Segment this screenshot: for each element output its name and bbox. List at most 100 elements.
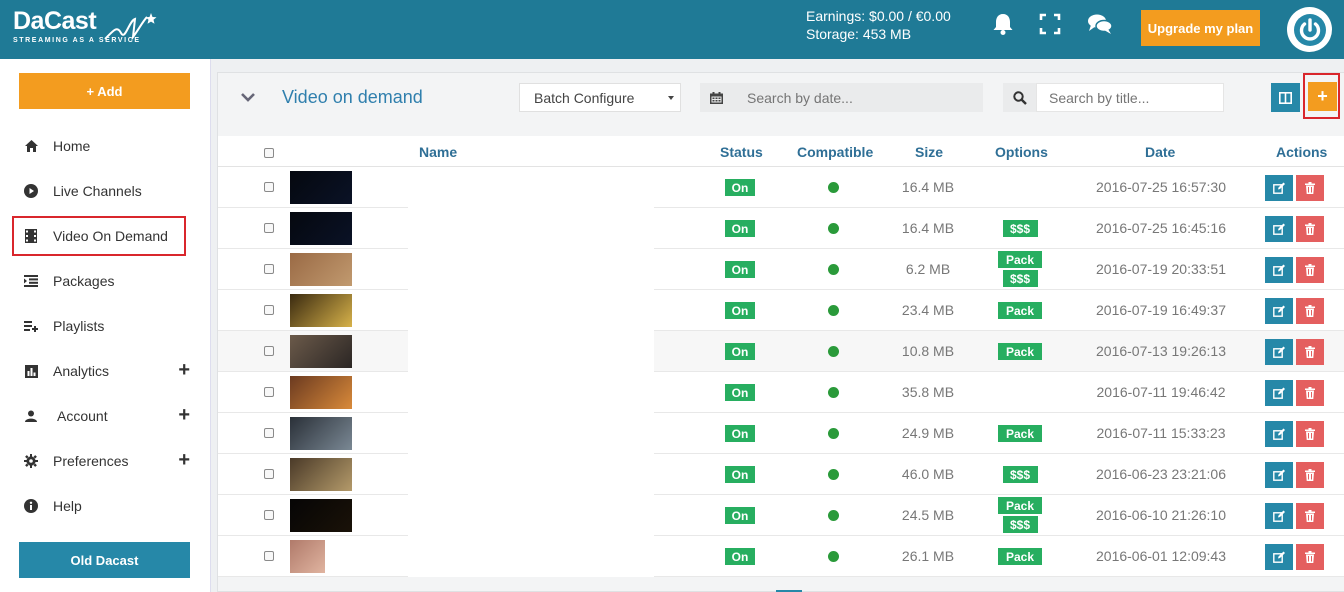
video-thumbnail[interactable]: [290, 417, 352, 450]
row-checkbox[interactable]: [264, 551, 274, 561]
delete-button[interactable]: [1296, 421, 1324, 447]
sidebar-item-video-on-demand[interactable]: Video On Demand: [12, 216, 186, 256]
select-all-checkbox[interactable]: [264, 148, 274, 158]
delete-button[interactable]: [1296, 257, 1324, 283]
search-by-date-input[interactable]: [732, 83, 983, 112]
delete-button[interactable]: [1296, 339, 1324, 365]
delete-button[interactable]: [1296, 298, 1324, 324]
delete-button[interactable]: [1296, 175, 1324, 201]
video-name-cell[interactable]: [408, 167, 654, 208]
column-header-size[interactable]: Size: [915, 144, 943, 160]
table-row[interactable]: On 24.5 MB Pack $$$ 2016-06-10 21:26:10: [218, 495, 1344, 536]
calendar-icon[interactable]: [700, 83, 732, 112]
video-name-cell[interactable]: [408, 536, 654, 577]
delete-button[interactable]: [1296, 216, 1324, 242]
row-checkbox[interactable]: [264, 223, 274, 233]
chat-icon[interactable]: [1086, 10, 1114, 38]
edit-button[interactable]: [1265, 421, 1293, 447]
sidebar-item-playlists[interactable]: Playlists: [12, 307, 186, 345]
upgrade-plan-button[interactable]: Upgrade my plan: [1141, 10, 1260, 46]
video-name-cell[interactable]: [408, 290, 654, 331]
expand-plus-icon[interactable]: +: [178, 359, 190, 382]
table-row[interactable]: On 6.2 MB Pack $$$ 2016-07-19 20:33:51: [218, 249, 1344, 290]
batch-configure-select[interactable]: Batch Configure: [519, 83, 681, 112]
expand-plus-icon[interactable]: +: [178, 449, 190, 472]
sidebar-item-analytics[interactable]: Analytics +: [12, 352, 190, 390]
sidebar-item-live-channels[interactable]: Live Channels: [12, 172, 186, 210]
delete-button[interactable]: [1296, 503, 1324, 529]
status-badge[interactable]: On: [725, 548, 755, 565]
video-thumbnail[interactable]: [290, 294, 352, 327]
video-thumbnail[interactable]: [290, 171, 352, 204]
video-name-cell[interactable]: [408, 413, 654, 454]
delete-button[interactable]: [1296, 544, 1324, 570]
column-header-status[interactable]: Status: [720, 144, 763, 160]
row-checkbox[interactable]: [264, 346, 274, 356]
column-header-date[interactable]: Date: [1145, 144, 1175, 160]
status-badge[interactable]: On: [725, 179, 755, 196]
add-button[interactable]: + Add: [19, 73, 190, 109]
video-name-cell[interactable]: [408, 495, 654, 536]
table-row[interactable]: On 16.4 MB $$$ 2016-07-25 16:45:16: [218, 208, 1344, 249]
bell-icon[interactable]: [989, 10, 1017, 38]
chevron-down-icon[interactable]: [238, 87, 258, 107]
delete-button[interactable]: [1296, 462, 1324, 488]
row-checkbox[interactable]: [264, 264, 274, 274]
avatar[interactable]: [1287, 7, 1332, 52]
add-video-button[interactable]: +: [1308, 82, 1337, 111]
table-row[interactable]: On 10.8 MB Pack 2016-07-13 19:26:13: [218, 331, 1344, 372]
video-thumbnail[interactable]: [290, 376, 352, 409]
status-badge[interactable]: On: [725, 384, 755, 401]
row-checkbox[interactable]: [264, 428, 274, 438]
row-checkbox[interactable]: [264, 387, 274, 397]
status-badge[interactable]: On: [725, 343, 755, 360]
row-checkbox[interactable]: [264, 510, 274, 520]
table-row[interactable]: On 35.8 MB 2016-07-11 19:46:42: [218, 372, 1344, 413]
table-row[interactable]: On 46.0 MB $$$ 2016-06-23 23:21:06: [218, 454, 1344, 495]
row-checkbox[interactable]: [264, 469, 274, 479]
video-name-cell[interactable]: [408, 331, 654, 372]
edit-button[interactable]: [1265, 175, 1293, 201]
old-dacast-button[interactable]: Old Dacast: [19, 542, 190, 578]
row-checkbox[interactable]: [264, 182, 274, 192]
column-header-name[interactable]: Name: [419, 144, 457, 160]
table-row[interactable]: On 16.4 MB 2016-07-25 16:57:30: [218, 167, 1344, 208]
expand-plus-icon[interactable]: +: [178, 404, 190, 427]
sidebar-item-help[interactable]: Help: [12, 487, 186, 525]
video-thumbnail[interactable]: [290, 458, 352, 491]
edit-button[interactable]: [1265, 544, 1293, 570]
edit-button[interactable]: [1265, 339, 1293, 365]
video-thumbnail[interactable]: [290, 253, 352, 286]
sidebar-item-packages[interactable]: Packages: [12, 262, 186, 300]
edit-button[interactable]: [1265, 257, 1293, 283]
edit-button[interactable]: [1265, 298, 1293, 324]
columns-toggle-button[interactable]: [1271, 83, 1300, 112]
sidebar-item-preferences[interactable]: Preferences +: [12, 442, 190, 480]
sidebar-item-account[interactable]: Account +: [12, 397, 190, 435]
status-badge[interactable]: On: [725, 261, 755, 278]
column-header-options[interactable]: Options: [995, 144, 1048, 160]
dacast-logo[interactable]: DaCast STREAMING AS A SERVICE: [13, 7, 157, 44]
status-badge[interactable]: On: [725, 507, 755, 524]
delete-button[interactable]: [1296, 380, 1324, 406]
status-badge[interactable]: On: [725, 466, 755, 483]
table-row[interactable]: On 26.1 MB Pack 2016-06-01 12:09:43: [218, 536, 1344, 577]
video-thumbnail[interactable]: [290, 499, 352, 532]
video-thumbnail[interactable]: [290, 540, 325, 573]
status-badge[interactable]: On: [725, 425, 755, 442]
video-name-cell[interactable]: [408, 208, 654, 249]
video-thumbnail[interactable]: [290, 212, 352, 245]
sidebar-item-home[interactable]: Home: [12, 127, 186, 165]
edit-button[interactable]: [1265, 462, 1293, 488]
video-name-cell[interactable]: [408, 249, 654, 290]
edit-button[interactable]: [1265, 216, 1293, 242]
video-name-cell[interactable]: [408, 454, 654, 495]
table-row[interactable]: On 23.4 MB Pack 2016-07-19 16:49:37: [218, 290, 1344, 331]
row-checkbox[interactable]: [264, 305, 274, 315]
search-by-title-input[interactable]: [1036, 83, 1224, 112]
edit-button[interactable]: [1265, 380, 1293, 406]
fullscreen-icon[interactable]: [1036, 10, 1064, 38]
status-badge[interactable]: On: [725, 302, 755, 319]
video-name-cell[interactable]: [408, 372, 654, 413]
edit-button[interactable]: [1265, 503, 1293, 529]
